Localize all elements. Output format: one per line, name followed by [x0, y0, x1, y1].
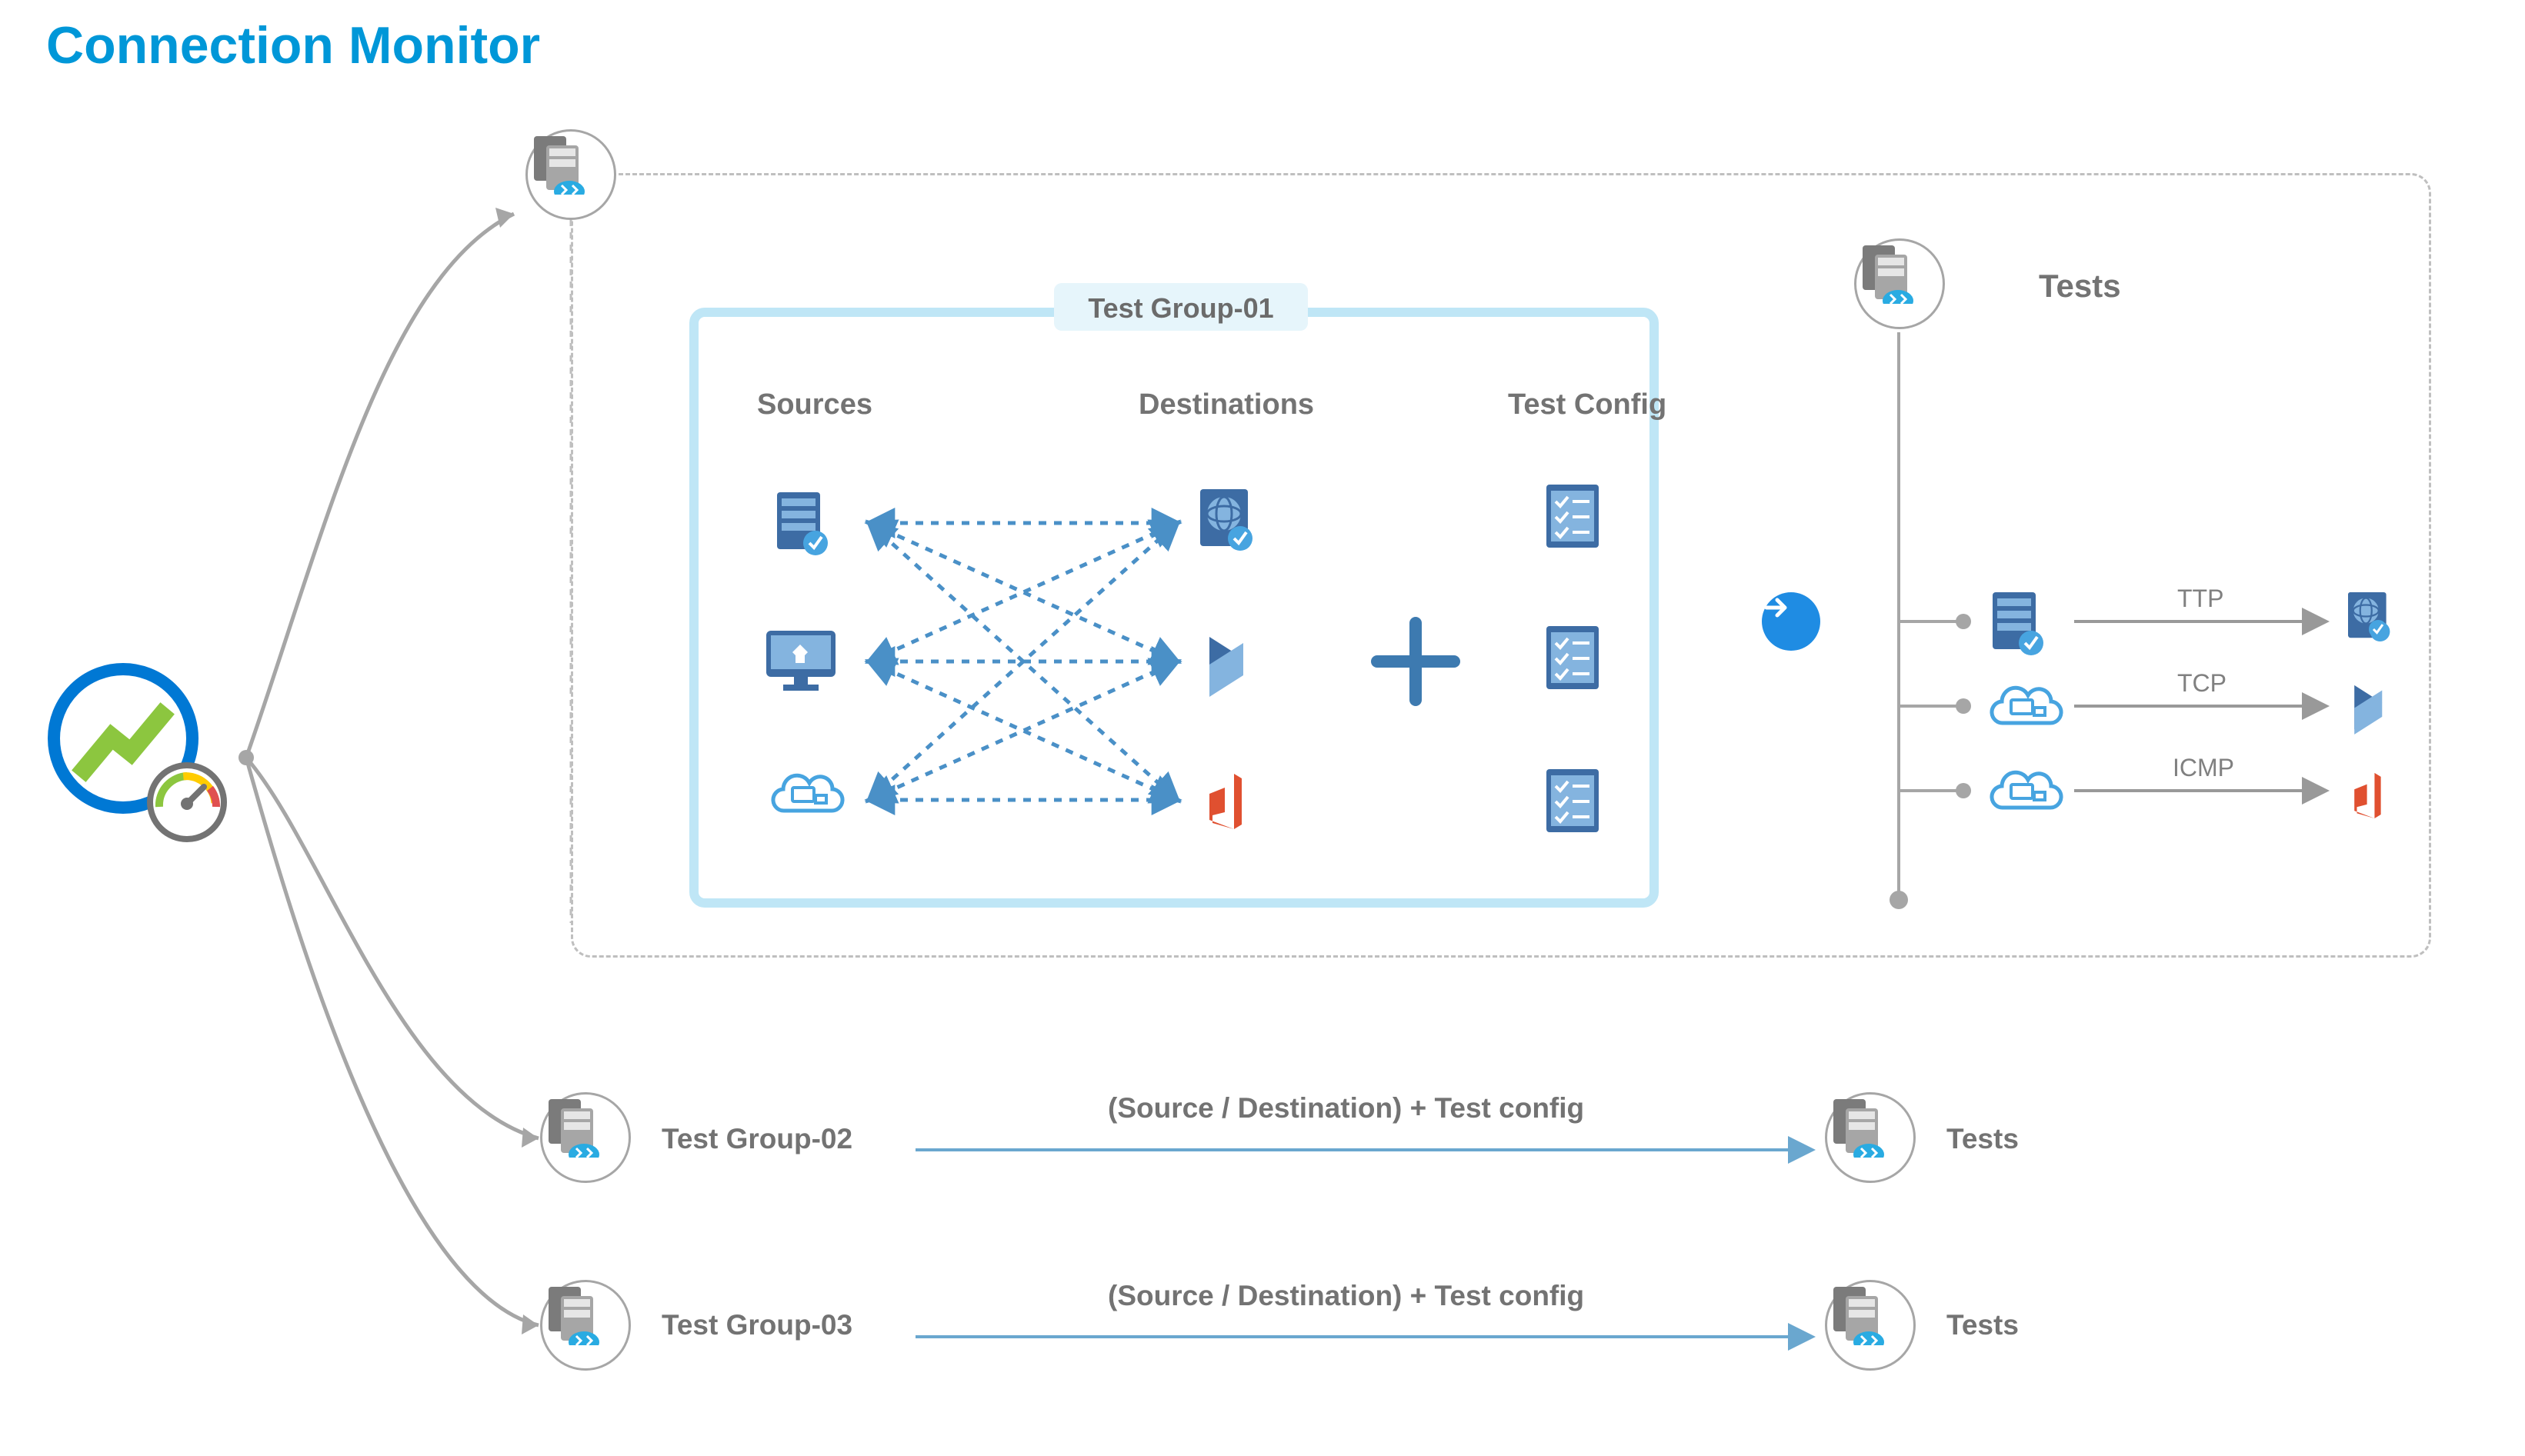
- test-group-03-tests-label: Tests: [1946, 1309, 2019, 1341]
- test-group-03-tests-node: [1825, 1280, 1916, 1371]
